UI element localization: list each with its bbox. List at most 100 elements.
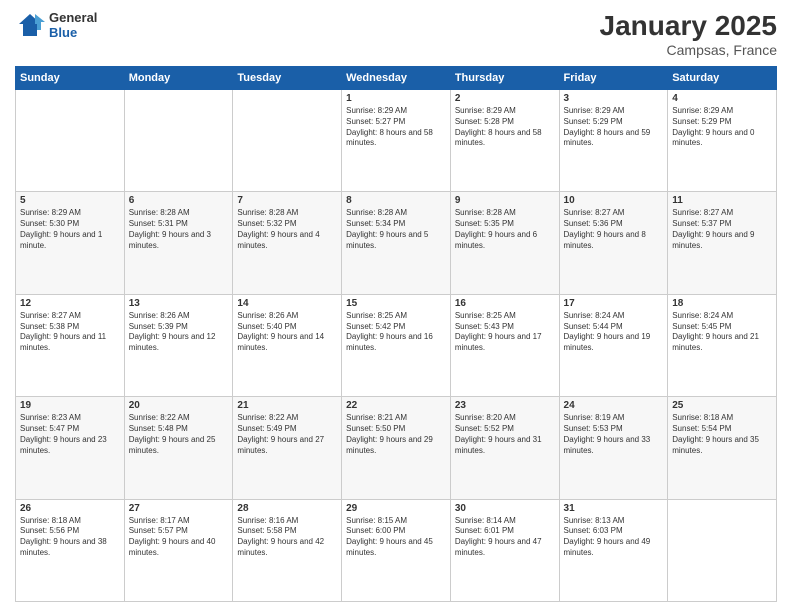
cell-text: Sunrise: 8:28 AMSunset: 5:31 PMDaylight:… <box>129 208 229 251</box>
calendar-cell: 6 Sunrise: 8:28 AMSunset: 5:31 PMDayligh… <box>124 192 233 294</box>
calendar-cell: 23 Sunrise: 8:20 AMSunset: 5:52 PMDaylig… <box>450 397 559 499</box>
month-title: January 2025 <box>600 10 777 42</box>
calendar-cell: 18 Sunrise: 8:24 AMSunset: 5:45 PMDaylig… <box>668 294 777 396</box>
cell-text: Sunrise: 8:16 AMSunset: 5:58 PMDaylight:… <box>237 516 337 559</box>
weekday-header: Wednesday <box>342 67 451 90</box>
day-number: 14 <box>237 298 337 309</box>
cell-text: Sunrise: 8:13 AMSunset: 6:03 PMDaylight:… <box>564 516 664 559</box>
day-number: 28 <box>237 503 337 514</box>
calendar-cell: 15 Sunrise: 8:25 AMSunset: 5:42 PMDaylig… <box>342 294 451 396</box>
calendar-cell: 7 Sunrise: 8:28 AMSunset: 5:32 PMDayligh… <box>233 192 342 294</box>
calendar-week-row: 12 Sunrise: 8:27 AMSunset: 5:38 PMDaylig… <box>16 294 777 396</box>
cell-text: Sunrise: 8:24 AMSunset: 5:44 PMDaylight:… <box>564 311 664 354</box>
calendar-week-row: 1 Sunrise: 8:29 AMSunset: 5:27 PMDayligh… <box>16 90 777 192</box>
day-number: 7 <box>237 195 337 206</box>
cell-text: Sunrise: 8:28 AMSunset: 5:32 PMDaylight:… <box>237 208 337 251</box>
calendar-cell: 27 Sunrise: 8:17 AMSunset: 5:57 PMDaylig… <box>124 499 233 601</box>
day-number: 26 <box>20 503 120 514</box>
calendar-header-row: SundayMondayTuesdayWednesdayThursdayFrid… <box>16 67 777 90</box>
calendar-cell: 12 Sunrise: 8:27 AMSunset: 5:38 PMDaylig… <box>16 294 125 396</box>
day-number: 12 <box>20 298 120 309</box>
day-number: 5 <box>20 195 120 206</box>
calendar-cell: 21 Sunrise: 8:22 AMSunset: 5:49 PMDaylig… <box>233 397 342 499</box>
calendar-cell: 26 Sunrise: 8:18 AMSunset: 5:56 PMDaylig… <box>16 499 125 601</box>
day-number: 24 <box>564 400 664 411</box>
cell-text: Sunrise: 8:26 AMSunset: 5:40 PMDaylight:… <box>237 311 337 354</box>
calendar-cell: 13 Sunrise: 8:26 AMSunset: 5:39 PMDaylig… <box>124 294 233 396</box>
weekday-header: Tuesday <box>233 67 342 90</box>
calendar-cell: 8 Sunrise: 8:28 AMSunset: 5:34 PMDayligh… <box>342 192 451 294</box>
calendar-cell: 30 Sunrise: 8:14 AMSunset: 6:01 PMDaylig… <box>450 499 559 601</box>
day-number: 29 <box>346 503 446 514</box>
weekday-header: Friday <box>559 67 668 90</box>
day-number: 2 <box>455 93 555 104</box>
cell-text: Sunrise: 8:14 AMSunset: 6:01 PMDaylight:… <box>455 516 555 559</box>
day-number: 17 <box>564 298 664 309</box>
cell-text: Sunrise: 8:29 AMSunset: 5:29 PMDaylight:… <box>564 106 664 149</box>
day-number: 4 <box>672 93 772 104</box>
cell-text: Sunrise: 8:21 AMSunset: 5:50 PMDaylight:… <box>346 413 446 456</box>
header: General Blue January 2025 Campsas, Franc… <box>15 10 777 58</box>
cell-text: Sunrise: 8:29 AMSunset: 5:28 PMDaylight:… <box>455 106 555 149</box>
cell-text: Sunrise: 8:29 AMSunset: 5:27 PMDaylight:… <box>346 106 446 149</box>
page: General Blue January 2025 Campsas, Franc… <box>0 0 792 612</box>
cell-text: Sunrise: 8:29 AMSunset: 5:29 PMDaylight:… <box>672 106 772 149</box>
calendar-cell <box>16 90 125 192</box>
cell-text: Sunrise: 8:25 AMSunset: 5:42 PMDaylight:… <box>346 311 446 354</box>
calendar-cell: 5 Sunrise: 8:29 AMSunset: 5:30 PMDayligh… <box>16 192 125 294</box>
logo-general-label: General <box>49 10 97 25</box>
cell-text: Sunrise: 8:27 AMSunset: 5:38 PMDaylight:… <box>20 311 120 354</box>
weekday-header: Monday <box>124 67 233 90</box>
day-number: 16 <box>455 298 555 309</box>
calendar-cell: 29 Sunrise: 8:15 AMSunset: 6:00 PMDaylig… <box>342 499 451 601</box>
day-number: 20 <box>129 400 229 411</box>
calendar-table: SundayMondayTuesdayWednesdayThursdayFrid… <box>15 66 777 602</box>
title-area: January 2025 Campsas, France <box>600 10 777 58</box>
cell-text: Sunrise: 8:26 AMSunset: 5:39 PMDaylight:… <box>129 311 229 354</box>
day-number: 21 <box>237 400 337 411</box>
cell-text: Sunrise: 8:27 AMSunset: 5:36 PMDaylight:… <box>564 208 664 251</box>
logo-blue-label: Blue <box>49 25 97 40</box>
day-number: 25 <box>672 400 772 411</box>
calendar-cell: 22 Sunrise: 8:21 AMSunset: 5:50 PMDaylig… <box>342 397 451 499</box>
calendar-cell: 17 Sunrise: 8:24 AMSunset: 5:44 PMDaylig… <box>559 294 668 396</box>
cell-text: Sunrise: 8:28 AMSunset: 5:35 PMDaylight:… <box>455 208 555 251</box>
logo-icon <box>15 10 45 40</box>
day-number: 8 <box>346 195 446 206</box>
calendar-cell <box>668 499 777 601</box>
day-number: 9 <box>455 195 555 206</box>
calendar-cell: 25 Sunrise: 8:18 AMSunset: 5:54 PMDaylig… <box>668 397 777 499</box>
day-number: 22 <box>346 400 446 411</box>
calendar-cell: 3 Sunrise: 8:29 AMSunset: 5:29 PMDayligh… <box>559 90 668 192</box>
cell-text: Sunrise: 8:15 AMSunset: 6:00 PMDaylight:… <box>346 516 446 559</box>
calendar-cell: 31 Sunrise: 8:13 AMSunset: 6:03 PMDaylig… <box>559 499 668 601</box>
cell-text: Sunrise: 8:25 AMSunset: 5:43 PMDaylight:… <box>455 311 555 354</box>
cell-text: Sunrise: 8:24 AMSunset: 5:45 PMDaylight:… <box>672 311 772 354</box>
day-number: 15 <box>346 298 446 309</box>
calendar-cell: 19 Sunrise: 8:23 AMSunset: 5:47 PMDaylig… <box>16 397 125 499</box>
calendar-cell: 2 Sunrise: 8:29 AMSunset: 5:28 PMDayligh… <box>450 90 559 192</box>
cell-text: Sunrise: 8:19 AMSunset: 5:53 PMDaylight:… <box>564 413 664 456</box>
day-number: 6 <box>129 195 229 206</box>
logo: General Blue <box>15 10 97 40</box>
calendar-week-row: 19 Sunrise: 8:23 AMSunset: 5:47 PMDaylig… <box>16 397 777 499</box>
cell-text: Sunrise: 8:28 AMSunset: 5:34 PMDaylight:… <box>346 208 446 251</box>
day-number: 31 <box>564 503 664 514</box>
day-number: 1 <box>346 93 446 104</box>
day-number: 10 <box>564 195 664 206</box>
cell-text: Sunrise: 8:18 AMSunset: 5:54 PMDaylight:… <box>672 413 772 456</box>
cell-text: Sunrise: 8:27 AMSunset: 5:37 PMDaylight:… <box>672 208 772 251</box>
day-number: 3 <box>564 93 664 104</box>
calendar-cell: 4 Sunrise: 8:29 AMSunset: 5:29 PMDayligh… <box>668 90 777 192</box>
cell-text: Sunrise: 8:18 AMSunset: 5:56 PMDaylight:… <box>20 516 120 559</box>
calendar-cell: 11 Sunrise: 8:27 AMSunset: 5:37 PMDaylig… <box>668 192 777 294</box>
calendar-cell: 1 Sunrise: 8:29 AMSunset: 5:27 PMDayligh… <box>342 90 451 192</box>
calendar-cell: 9 Sunrise: 8:28 AMSunset: 5:35 PMDayligh… <box>450 192 559 294</box>
cell-text: Sunrise: 8:22 AMSunset: 5:48 PMDaylight:… <box>129 413 229 456</box>
logo-text: General Blue <box>49 10 97 40</box>
cell-text: Sunrise: 8:23 AMSunset: 5:47 PMDaylight:… <box>20 413 120 456</box>
calendar-cell: 24 Sunrise: 8:19 AMSunset: 5:53 PMDaylig… <box>559 397 668 499</box>
weekday-header: Thursday <box>450 67 559 90</box>
weekday-header: Sunday <box>16 67 125 90</box>
cell-text: Sunrise: 8:20 AMSunset: 5:52 PMDaylight:… <box>455 413 555 456</box>
